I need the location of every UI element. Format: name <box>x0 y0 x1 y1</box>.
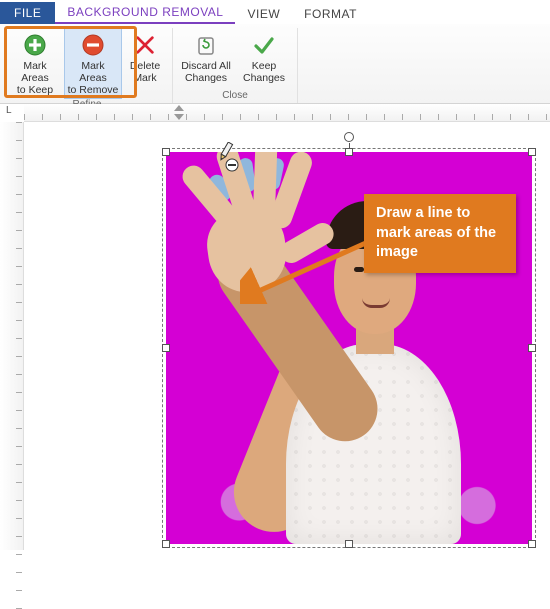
minus-circle-icon <box>80 32 106 58</box>
callout-arrow-icon <box>240 234 370 304</box>
delete-mark-button[interactable]: DeleteMark <box>122 28 168 99</box>
vertical-ruler <box>0 122 24 550</box>
resize-handle-l[interactable] <box>162 344 170 352</box>
mark-areas-to-remove-button[interactable]: Mark Areasto Remove <box>64 28 122 99</box>
tab-file[interactable]: FILE <box>0 2 55 24</box>
pencil-minus-cursor-icon <box>218 142 240 177</box>
button-label: KeepChanges <box>243 60 285 84</box>
discard-all-changes-button[interactable]: Discard AllChanges <box>177 28 235 87</box>
document-area: Draw a line to mark areas of the image <box>24 122 550 550</box>
plus-circle-icon <box>22 32 48 58</box>
group-label-close: Close <box>222 90 248 101</box>
button-label: Mark Areasto Keep <box>9 60 61 96</box>
resize-handle-br[interactable] <box>528 540 536 548</box>
delete-x-icon <box>132 32 158 58</box>
tab-view[interactable]: VIEW <box>235 3 292 24</box>
check-icon <box>251 32 277 58</box>
button-label: DeleteMark <box>130 60 160 84</box>
keep-changes-button[interactable]: KeepChanges <box>235 28 293 87</box>
recycle-icon <box>193 32 219 58</box>
mark-areas-to-keep-button[interactable]: Mark Areasto Keep <box>6 28 64 99</box>
resize-handle-b[interactable] <box>345 540 353 548</box>
resize-handle-r[interactable] <box>528 344 536 352</box>
resize-handle-tr[interactable] <box>528 148 536 156</box>
rotate-handle[interactable] <box>344 132 354 142</box>
tutorial-callout: Draw a line to mark areas of the image <box>364 194 516 273</box>
resize-handle-t[interactable] <box>345 148 353 156</box>
tab-format[interactable]: FORMAT <box>292 3 369 24</box>
ribbon-group-close: Discard AllChanges KeepChanges Close <box>173 28 298 103</box>
button-label: Discard AllChanges <box>181 60 231 84</box>
horizontal-ruler <box>24 104 550 122</box>
button-label: Mark Areasto Remove <box>67 60 119 96</box>
ribbon-tabs: FILE BACKGROUND REMOVAL VIEW FORMAT <box>0 0 550 24</box>
tab-background-removal[interactable]: BACKGROUND REMOVAL <box>55 1 235 24</box>
ribbon: Mark Areasto Keep Mark Areasto Remove De… <box>0 24 550 104</box>
resize-handle-bl[interactable] <box>162 540 170 548</box>
page: Draw a line to mark areas of the image <box>60 134 542 550</box>
ribbon-group-refine: Mark Areasto Keep Mark Areasto Remove De… <box>2 28 173 103</box>
